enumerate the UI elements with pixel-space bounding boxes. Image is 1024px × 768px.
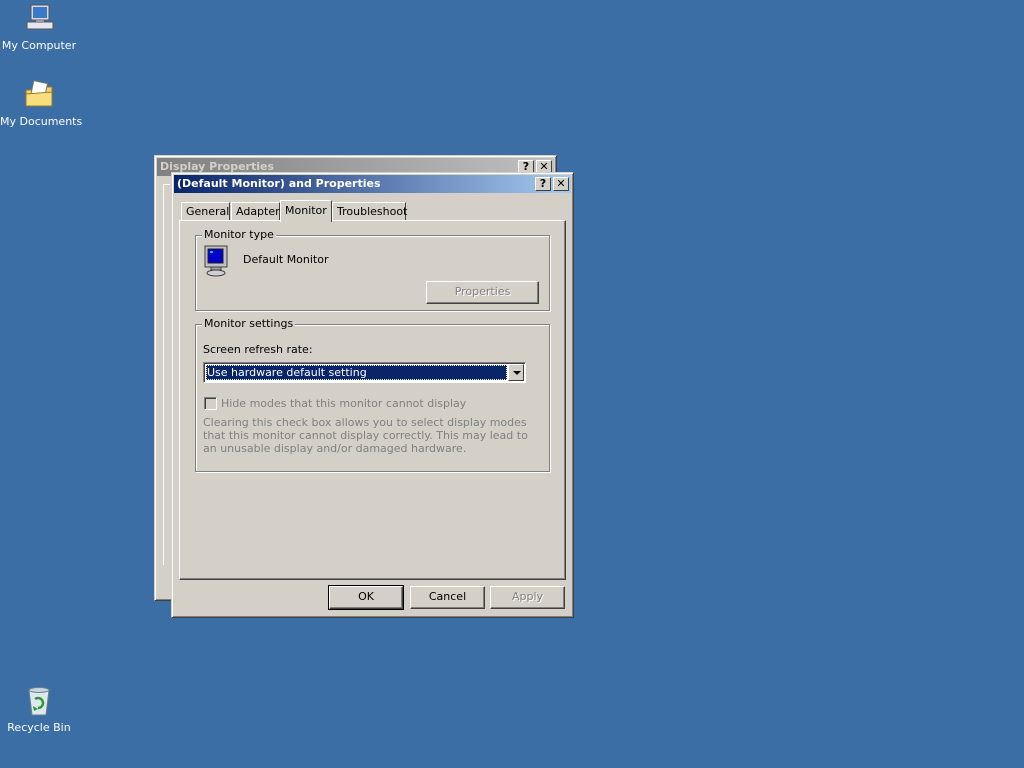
tab-monitor[interactable]: Monitor xyxy=(280,200,332,222)
dialog-titlebar[interactable]: (Default Monitor) and Properties ? ✕ xyxy=(174,175,571,193)
monitor-name: Default Monitor xyxy=(243,253,329,266)
refresh-rate-value: Use hardware default setting xyxy=(206,365,507,380)
window-body-edge xyxy=(163,184,170,565)
my-documents-icon xyxy=(22,78,56,112)
monitor-settings-group-title: Monitor settings xyxy=(202,317,296,330)
dialog-title: (Default Monitor) and Properties xyxy=(177,177,381,190)
monitor-type-group: Monitor type Default Monitor Properties xyxy=(195,228,550,311)
tab-strip: General Adapter Monitor Troubleshoot xyxy=(181,200,571,222)
apply-button[interactable]: Apply xyxy=(490,586,565,609)
my-computer-icon xyxy=(22,2,56,36)
monitor-properties-button[interactable]: Properties xyxy=(426,281,539,304)
monitor-settings-group: Monitor settings Screen refresh rate: Us… xyxy=(195,317,550,472)
recycle-bin-icon xyxy=(22,684,56,718)
tab-panel: Monitor type Default Monitor Properties … xyxy=(179,220,566,580)
help-button[interactable]: ? xyxy=(535,177,551,191)
warning-description: Clearing this check box allows you to se… xyxy=(203,416,528,455)
refresh-rate-label: Screen refresh rate: xyxy=(203,343,313,356)
desktop-icon-my-documents[interactable]: My Documents xyxy=(0,78,83,128)
monitor-type-group-title: Monitor type xyxy=(202,228,276,241)
desktop-icon-label: My Computer xyxy=(1,39,77,52)
monitor-icon xyxy=(204,245,230,277)
hide-modes-label: Hide modes that this monitor cannot disp… xyxy=(221,397,467,410)
desktop-icon-label: My Documents xyxy=(0,115,83,128)
monitor-properties-dialog[interactable]: (Default Monitor) and Properties ? ✕ Gen… xyxy=(171,172,574,618)
close-button[interactable]: ✕ xyxy=(553,177,569,191)
tab-adapter[interactable]: Adapter xyxy=(231,202,280,221)
ok-button[interactable]: OK xyxy=(328,585,404,610)
refresh-rate-select[interactable]: Use hardware default setting xyxy=(203,362,526,383)
desktop-icon-label: Recycle Bin xyxy=(7,721,71,734)
desktop-icon-my-computer[interactable]: My Computer xyxy=(0,2,78,52)
tab-general[interactable]: General xyxy=(181,202,230,221)
tab-troubleshoot[interactable]: Troubleshoot xyxy=(332,202,407,221)
chevron-down-icon[interactable] xyxy=(508,364,524,381)
hide-modes-checkbox[interactable] xyxy=(204,397,217,410)
desktop-icon-recycle-bin[interactable]: Recycle Bin xyxy=(0,684,78,734)
cancel-button[interactable]: Cancel xyxy=(410,586,485,609)
